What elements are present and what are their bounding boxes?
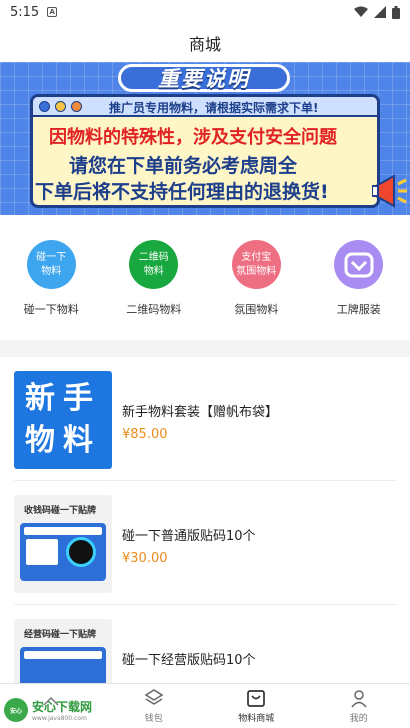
- banner-panel: 推广员专用物料，请根据实际需求下单! 因物料的特殊性，涉及支付安全问题 请您在下…: [30, 94, 380, 208]
- app-header: 商城: [0, 24, 410, 62]
- qrcode-material-icon: 二维码 物料: [129, 240, 179, 289]
- sticker-bar: [24, 527, 102, 535]
- product-price: ¥30.00: [122, 551, 168, 566]
- notification-icon: A: [47, 7, 58, 17]
- nav-item-tap-material[interactable]: 碰一下 物料 碰一下物料: [6, 240, 96, 340]
- status-bar: 5:15 A: [0, 0, 410, 24]
- quick-nav: 碰一下 物料 碰一下物料 二维码 物料 二维码物料 支付宝 氛围物料 氛围物料 …: [0, 215, 410, 340]
- watermark-main: 安心下载网: [32, 700, 93, 714]
- sticker-ring: [66, 537, 96, 567]
- banner-subtitle: 推广员专用物料，请根据实际需求下单!: [109, 101, 319, 115]
- window-dot-icon: [39, 101, 50, 112]
- nav-circle-text: 二维码: [138, 251, 169, 263]
- nav-item-badge-uniform[interactable]: 工牌服装: [314, 240, 404, 340]
- banner-panel-header: 推广员专用物料，请根据实际需求下单!: [33, 97, 377, 117]
- badge-uniform-icon: [334, 240, 384, 289]
- nav-circle-text: 氛围物料: [236, 265, 277, 277]
- tab-wallet[interactable]: 钱包: [103, 684, 206, 728]
- nav-circle-text: 碰一下: [36, 251, 67, 263]
- product-list: 新手 物料 新手物料套装【赠帆布袋】 ¥85.00 收钱码碰一下贴牌 碰一下普通…: [0, 357, 410, 683]
- product-item-newbie-kit[interactable]: 新手 物料 新手物料套装【赠帆布袋】 ¥85.00: [14, 357, 396, 481]
- product-item-tap-sticker-business[interactable]: 经营码碰一下贴牌 碰一下经营版贴码10个: [14, 605, 396, 683]
- nav-circle-text: 物料: [143, 265, 164, 277]
- product-thumbnail: 新手 物料: [14, 371, 112, 469]
- nav-circle-text: 支付宝: [241, 251, 272, 263]
- watermark-sub: www.java800.com: [32, 715, 87, 722]
- nav-item-qrcode-material[interactable]: 二维码 物料 二维码物料: [109, 240, 199, 340]
- product-name: 新手物料套装【赠帆布袋】: [122, 405, 279, 420]
- sticker-bar: [24, 651, 102, 659]
- status-icons: [354, 5, 400, 19]
- nav-label: 氛围物料: [234, 303, 279, 316]
- thumb-text: 物料: [25, 423, 101, 458]
- signal-icon: [374, 6, 386, 18]
- nav-circle-text: 物料: [41, 265, 62, 277]
- watermark-logo: 安心: [4, 698, 28, 722]
- product-price: ¥85.00: [122, 427, 168, 442]
- tab-material-store[interactable]: 物料商城: [205, 684, 308, 728]
- page-title: 商城: [188, 35, 221, 54]
- tab-label: 物料商城: [238, 714, 275, 724]
- product-name: 碰一下普通版贴码10个: [122, 529, 256, 544]
- banner-line-2: 请您在下单前务必考虑周全: [69, 155, 298, 177]
- store-icon: [247, 690, 266, 707]
- product-thumbnail: 收钱码碰一下贴牌: [14, 495, 112, 593]
- nav-label: 工牌服装: [336, 303, 381, 316]
- banner-title-pill: 重要说明: [118, 64, 290, 92]
- window-dot-icon: [55, 101, 66, 112]
- watermark: 安心 安心下载网 www.java800.com: [4, 694, 114, 726]
- battery-icon: [392, 5, 400, 19]
- tab-label: 我的: [349, 714, 368, 724]
- wifi-icon: [354, 6, 368, 17]
- chevron-heart-icon: [344, 252, 374, 277]
- product-item-tap-sticker-basic[interactable]: 收钱码碰一下贴牌 碰一下普通版贴码10个 ¥30.00: [14, 481, 396, 605]
- tap-material-icon: 碰一下 物料: [26, 240, 76, 289]
- nav-item-atmosphere-material[interactable]: 支付宝 氛围物料 氛围物料: [211, 240, 301, 340]
- banner-line-3: 下单后将不支持任何理由的退换货!: [35, 181, 329, 203]
- user-icon: [351, 690, 367, 708]
- banner-line-1: 因物料的特殊性，涉及支付安全问题: [49, 127, 337, 148]
- thumb-caption: 经营码碰一下贴牌: [24, 630, 97, 640]
- atmosphere-material-icon: 支付宝 氛围物料: [231, 240, 281, 289]
- thumb-text: 新手: [25, 381, 101, 416]
- nav-label: 二维码物料: [126, 303, 182, 316]
- layers-icon: [144, 689, 164, 705]
- banner-title: 重要说明: [158, 67, 250, 91]
- megaphone-icon: [372, 174, 407, 208]
- thumb-caption: 收钱码碰一下贴牌: [24, 506, 97, 516]
- tab-label: 钱包: [144, 714, 163, 724]
- window-dot-icon: [71, 101, 82, 112]
- sticker-card-image: [20, 647, 106, 683]
- watermark-text: 安心下载网 www.java800.com: [32, 698, 92, 722]
- notice-banner[interactable]: 推广员专用物料，请根据实际需求下单! 因物料的特殊性，涉及支付安全问题 请您在下…: [0, 62, 410, 215]
- product-thumbnail: 经营码碰一下贴牌: [14, 619, 112, 683]
- sticker-card-image: [20, 523, 106, 581]
- product-name: 碰一下经营版贴码10个: [122, 653, 256, 668]
- nav-label: 碰一下物料: [23, 303, 79, 316]
- tab-mine[interactable]: 我的: [308, 684, 410, 728]
- sticker-box: [26, 539, 58, 565]
- status-time: 5:15: [10, 4, 40, 20]
